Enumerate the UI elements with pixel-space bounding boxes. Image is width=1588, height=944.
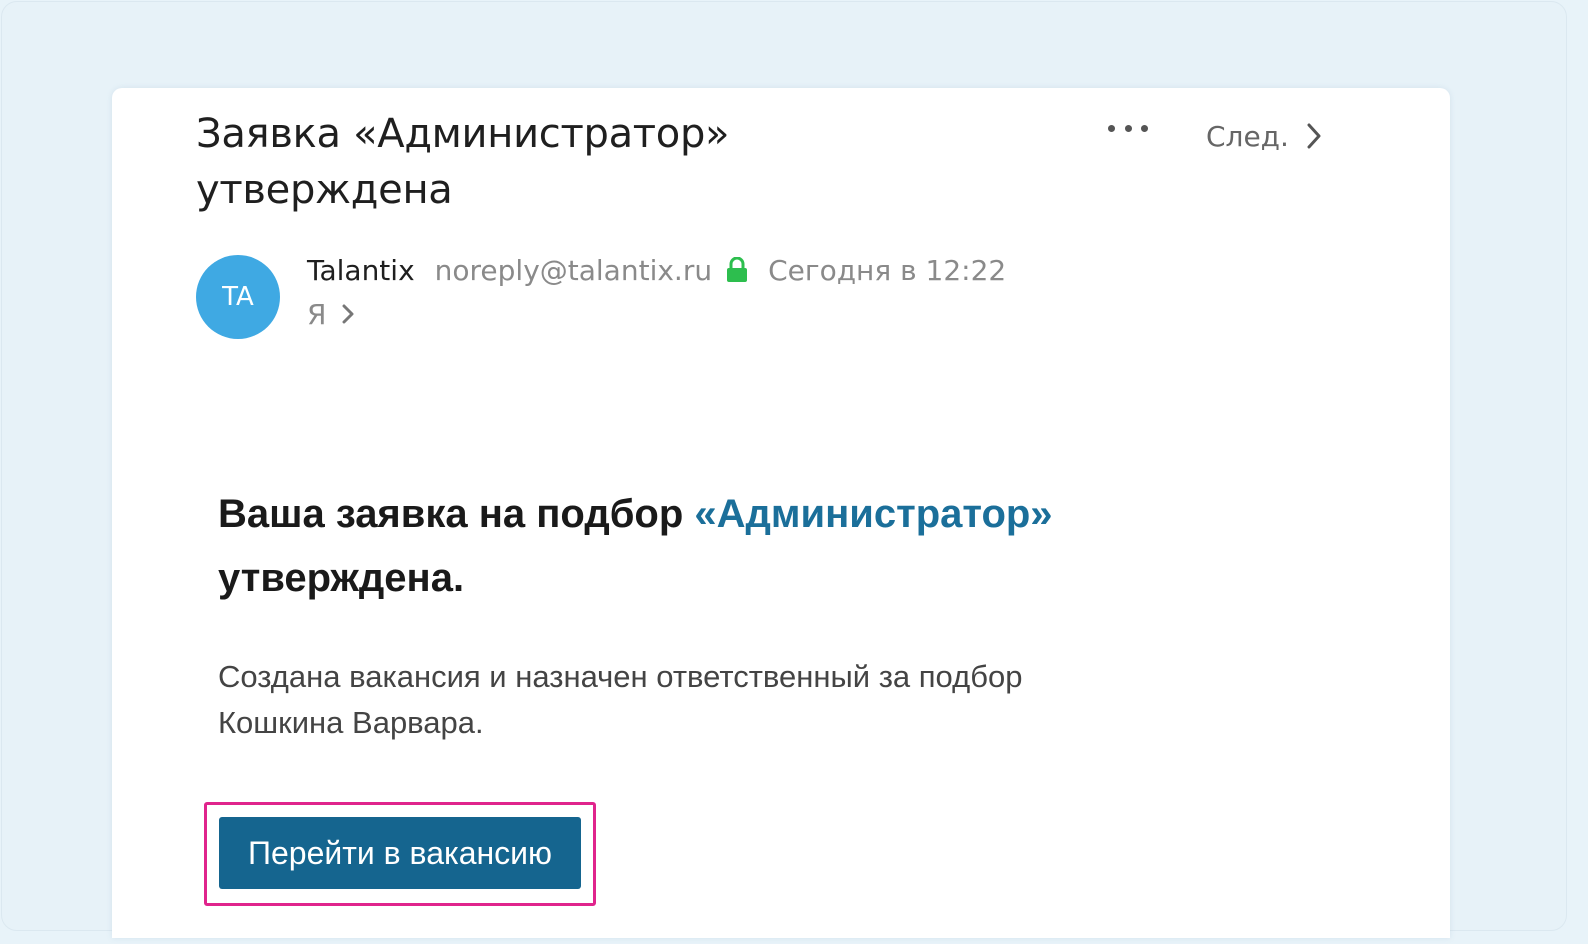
email-subject: Заявка «Администратор» утверждена <box>196 111 730 213</box>
body-text: Создана вакансия и назначен ответственны… <box>218 659 1023 740</box>
body-heading: Ваша заявка на подбор «Администратор» ут… <box>218 482 1178 610</box>
sender-name[interactable]: Talantix <box>307 254 415 287</box>
chevron-right-icon <box>1307 123 1321 149</box>
more-dot-icon <box>1108 124 1115 132</box>
sender-avatar[interactable]: TA <box>196 255 280 339</box>
vacancy-link[interactable]: «Администратор» <box>694 492 1052 536</box>
more-dot-icon <box>1141 124 1148 132</box>
lock-icon <box>726 257 748 283</box>
sender-email[interactable]: noreply@talantix.ru <box>435 254 712 287</box>
more-actions-button[interactable] <box>1108 116 1148 140</box>
heading-suffix: утверждена. <box>218 556 465 600</box>
chevron-right-icon <box>342 304 354 324</box>
open-vacancy-button[interactable]: Перейти в вакансию <box>219 817 581 889</box>
email-card: Заявка «Администратор» утверждена След. … <box>112 88 1450 938</box>
sender-info: Talantix noreply@talantix.ru Сегодня в 1… <box>307 250 1006 290</box>
next-label: След. <box>1206 119 1289 153</box>
more-dot-icon <box>1124 124 1132 132</box>
next-email-button[interactable]: След. <box>1206 116 1321 156</box>
heading-prefix: Ваша заявка на подбор <box>218 492 695 536</box>
recipient-toggle[interactable]: Я <box>307 294 354 334</box>
sent-time: Сегодня в 12:22 <box>768 253 1007 287</box>
recipient-label: Я <box>307 297 327 331</box>
